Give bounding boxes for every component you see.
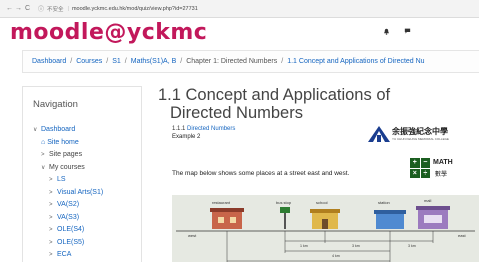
breadcrumb-separator: / <box>180 58 183 65</box>
nav-item-course[interactable]: > LS <box>33 174 141 187</box>
chevron-right-icon[interactable]: > <box>49 187 57 200</box>
chat-icon[interactable] <box>404 28 411 34</box>
chevron-down-icon[interactable]: ∨ <box>41 162 49 175</box>
math-label-chinese: 數學 <box>435 172 448 178</box>
nav-item-site-pages[interactable]: > Site pages <box>33 149 141 162</box>
nav-item-label[interactable]: LS <box>57 176 66 183</box>
school-crest-icon <box>368 126 390 142</box>
times-symbol: × <box>410 168 420 178</box>
home-icon: ⌂ <box>41 138 46 146</box>
school-name-chinese: 余振強紀念中學 <box>392 126 448 136</box>
chevron-right-icon[interactable]: > <box>49 224 57 237</box>
divide-symbol: ÷ <box>420 168 430 178</box>
street-map-image: restaurant bus stop school station mall … <box>172 195 479 262</box>
nav-item-course[interactable]: > VA(S3) <box>33 212 141 225</box>
nav-item-label[interactable]: My courses <box>49 164 85 171</box>
breadcrumb-s1[interactable]: S1 <box>112 58 121 65</box>
school-logo: 余振強紀念中學 YU CHUN KEUNG MEMORIAL COLLEGE <box>362 126 479 146</box>
info-icon[interactable]: ⓘ <box>38 4 44 13</box>
map-label-station: station <box>378 200 390 205</box>
mall-building <box>416 206 450 229</box>
nav-item-course[interactable]: > VA(S2) <box>33 199 141 212</box>
breadcrumb-chapter[interactable]: Chapter 1: Directed Numbers <box>186 58 277 65</box>
question-text: The map below shows some places at a str… <box>172 170 350 177</box>
minus-symbol: − <box>420 158 430 168</box>
page-title-line2: Directed Numbers <box>170 104 303 122</box>
school-building <box>310 209 340 229</box>
not-secure-label: 不安全 <box>47 6 64 13</box>
main-content: 1.1 Concept and Applications of Directed… <box>150 86 479 262</box>
nav-item-course[interactable]: > OLE(S5) <box>33 237 141 250</box>
navigation-block: Navigation ∨ Dashboard ⌂ Site home > Site p… <box>22 86 142 262</box>
back-icon[interactable]: ← <box>5 5 14 12</box>
nav-item-course[interactable]: > OLE(S4) <box>33 224 141 237</box>
breadcrumb: Dashboard / Courses / S1 / Maths(S1)A, B… <box>22 50 479 73</box>
browser-address-bar: ← → C ⓘ 不安全 | moodle.yckmc.edu.hk/mod/qu… <box>0 0 479 18</box>
breadcrumb-course[interactable]: Maths(S1)A, B <box>131 58 177 65</box>
breadcrumb-separator: / <box>70 58 73 65</box>
chevron-right-icon[interactable]: > <box>49 174 57 187</box>
nav-item-site-home[interactable]: ⌂ Site home <box>33 137 141 150</box>
breadcrumb-separator: / <box>106 58 109 65</box>
distance-label: 3 km <box>408 244 416 248</box>
breadcrumb-current[interactable]: 1.1 Concept and Applications of Directed… <box>287 58 424 65</box>
nav-item-label[interactable]: Dashboard <box>41 126 75 133</box>
nav-item-label[interactable]: VA(S3) <box>57 214 79 221</box>
nav-item-label[interactable]: OLE(S5) <box>57 239 84 246</box>
breadcrumb-courses[interactable]: Courses <box>76 58 102 65</box>
math-logo: + − × ÷ MATH 數學 <box>410 158 479 180</box>
reload-icon[interactable]: C <box>23 5 32 12</box>
map-label-school: school <box>316 200 328 205</box>
nav-item-label[interactable]: VA(S2) <box>57 201 79 208</box>
breadcrumb-dashboard[interactable]: Dashboard <box>32 58 66 65</box>
forward-icon[interactable]: → <box>14 5 23 12</box>
site-header: moodle@yckmc <box>0 18 479 48</box>
nav-item-label[interactable]: OLE(S4) <box>57 226 84 233</box>
page-title-line1: 1.1 Concept and Applications of <box>158 86 391 104</box>
direction-west: west <box>188 233 197 238</box>
chevron-down-icon[interactable]: ∨ <box>33 124 41 137</box>
nav-item-label[interactable]: Site pages <box>49 151 82 158</box>
map-label-restaurant: restaurant <box>212 200 231 205</box>
chevron-right-icon[interactable]: > <box>49 199 57 212</box>
distance-label: 4 km <box>332 254 340 258</box>
chevron-right-icon[interactable]: > <box>49 249 57 262</box>
document-preview: 1.1.1 Directed Numbers Example 2 余振強紀念中學… <box>172 126 479 262</box>
map-label-mall: mall <box>424 198 431 203</box>
plus-symbol: + <box>410 158 420 168</box>
school-name-english: YU CHUN KEUNG MEMORIAL COLLEGE <box>392 137 449 141</box>
section-number: 1.1.1 <box>172 126 188 132</box>
map-label-bus-stop: bus stop <box>276 200 292 205</box>
math-symbols-icon: + − × ÷ <box>410 158 430 178</box>
chevron-right-icon[interactable]: > <box>49 212 57 225</box>
navigation-title: Navigation <box>33 99 78 110</box>
breadcrumb-separator: / <box>281 58 284 65</box>
bell-icon[interactable] <box>383 28 390 35</box>
header-icons <box>383 28 411 35</box>
station-building <box>374 210 406 229</box>
chevron-right-icon[interactable]: > <box>41 149 49 162</box>
page-title: 1.1 Concept and Applications of Directed… <box>150 86 479 122</box>
nav-item-course[interactable]: > Visual Arts(S1) <box>33 187 141 200</box>
direction-east: east <box>458 233 466 238</box>
nav-item-label[interactable]: ECA <box>57 251 71 258</box>
nav-item-my-courses[interactable]: ∨ My courses <box>33 162 141 175</box>
url-divider: | <box>67 5 69 12</box>
nav-item-dashboard[interactable]: ∨ Dashboard <box>33 124 141 137</box>
url-field[interactable]: moodle.yckmc.edu.hk/mod/quiz/view.php?id… <box>72 6 198 12</box>
nav-item-course[interactable]: > ECA <box>33 249 141 262</box>
breadcrumb-separator: / <box>124 58 127 65</box>
distance-label: 1 km <box>300 244 308 248</box>
navigation-tree: ∨ Dashboard ⌂ Site home > Site pages ∨ My co… <box>33 124 141 262</box>
nav-item-label[interactable]: Site home <box>47 139 79 146</box>
site-brand[interactable]: moodle@yckmc <box>10 20 207 45</box>
distance-label: 3 km <box>352 244 360 248</box>
chevron-right-icon[interactable]: > <box>49 237 57 250</box>
math-label: MATH <box>433 159 453 166</box>
restaurant-building <box>210 208 244 229</box>
section-link[interactable]: Directed Numbers <box>187 126 235 132</box>
nav-item-label[interactable]: Visual Arts(S1) <box>57 189 103 196</box>
